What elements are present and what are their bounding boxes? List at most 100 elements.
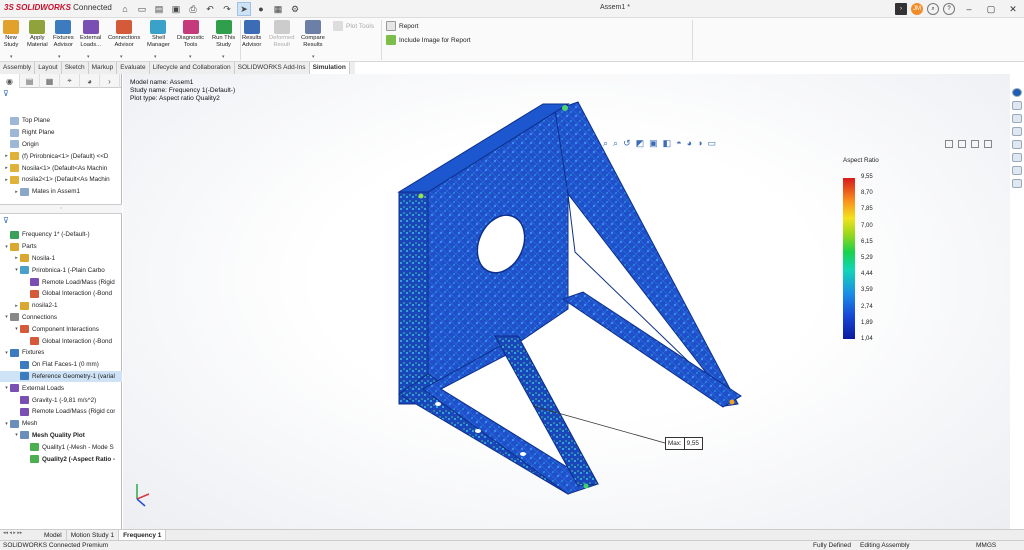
dropdown-arrow[interactable]: ▾ <box>10 54 13 60</box>
tree-item[interactable]: ▸ nosila2<1> (Default<As Machin <box>0 174 122 186</box>
solidworks-resources-icon[interactable] <box>1012 88 1022 97</box>
viewport-maximize-icon[interactable] <box>971 140 979 148</box>
fixtures-advisor-button[interactable]: Fixtures Advisor <box>53 20 74 48</box>
save-icon[interactable]: ▣ <box>169 2 183 16</box>
tree-item[interactable]: On Flat Faces-1 (0 mm) <box>0 359 122 371</box>
tab-frequency-study[interactable]: Frequency 1 <box>119 529 167 541</box>
zoom-area-icon[interactable]: ⌕ <box>613 138 618 149</box>
tree-item[interactable]: Right Plane <box>0 127 122 139</box>
tree-item[interactable]: ▸ (f) Prirobnica<1> (Default) <<D <box>0 150 122 162</box>
expand-toggle-icon[interactable]: ▸ <box>13 189 20 195</box>
view-settings-icon[interactable]: ▭ <box>708 138 717 149</box>
apply-scene-icon[interactable]: ◑ <box>697 138 702 149</box>
panel-splitter[interactable]: ⋅ <box>0 204 122 214</box>
tree-item[interactable]: Quality2 (-Aspect Ratio - <box>0 453 122 465</box>
feature-manager-tab-icon[interactable]: ◉ <box>0 74 20 88</box>
panel-more-icon[interactable]: › <box>100 74 120 88</box>
tree-item[interactable]: Frequency 1* (-Default-) <box>0 229 122 241</box>
zoom-to-fit-icon[interactable]: ⌕ <box>603 138 608 149</box>
dropdown-arrow[interactable]: ▾ <box>87 54 90 60</box>
include-image-button[interactable]: Include Image for Report <box>386 35 471 45</box>
minimize-icon[interactable]: – <box>958 0 980 18</box>
tab-scroll-arrows[interactable]: ◂◂ ◂ ▸ ▸▸ <box>0 530 40 541</box>
deformed-result-button[interactable]: Deformed Result <box>269 20 294 48</box>
print-icon[interactable]: ⎙ <box>186 2 200 16</box>
tab-simulation[interactable]: Simulation <box>309 62 350 74</box>
expand-toggle-icon[interactable]: ▾ <box>13 432 20 438</box>
new-document-icon[interactable]: ▭ <box>135 2 149 16</box>
compare-results-button[interactable]: Compare Results <box>301 20 325 48</box>
tree-item[interactable]: ▸ Nosila-1 <box>0 253 122 265</box>
expand-toggle-icon[interactable]: ▾ <box>3 385 10 391</box>
tree-item[interactable]: ▸ Mates in Assem1 <box>0 186 122 198</box>
expand-toggle-icon[interactable]: ▸ <box>3 153 10 159</box>
expand-toggle-icon[interactable]: ▸ <box>3 165 10 171</box>
tree-item[interactable]: ▾ Fixtures <box>0 347 122 359</box>
display-style-icon[interactable]: ◧ <box>663 138 672 149</box>
tab-sketch[interactable]: Sketch <box>62 62 89 74</box>
open-folder-icon[interactable]: ▤ <box>152 2 166 16</box>
file-properties-icon[interactable]: ▦ <box>271 2 285 16</box>
expand-toggle-icon[interactable]: ▾ <box>3 244 10 250</box>
dropdown-arrow[interactable]: ▾ <box>120 54 123 60</box>
edit-appearance-icon[interactable]: ◕ <box>687 138 692 149</box>
tree-item[interactable]: ▾ Connections <box>0 312 122 324</box>
property-manager-tab-icon[interactable]: ▤ <box>20 74 40 88</box>
external-loads-button[interactable]: External Loads... <box>80 20 101 48</box>
view-orientation-icon[interactable]: ▣ <box>649 138 658 149</box>
dropdown-arrow[interactable]: ▾ <box>222 54 225 60</box>
expand-toggle-icon[interactable]: ▾ <box>3 350 10 356</box>
results-advisor-button[interactable]: Results Advisor <box>242 20 261 48</box>
tab-evaluate[interactable]: Evaluate <box>117 62 150 74</box>
tree-item[interactable]: ▾ External Loads <box>0 382 122 394</box>
file-explorer-icon[interactable] <box>1012 114 1022 123</box>
dimxpert-tab-icon[interactable]: ⌖ <box>60 74 80 88</box>
tree-item[interactable]: ▾ Component Interactions <box>0 323 122 335</box>
expand-toggle-icon[interactable]: ▸ <box>3 177 10 183</box>
tree-item[interactable]: Remote Load/Mass (Rigid <box>0 276 122 288</box>
tab-model[interactable]: Model <box>40 529 67 541</box>
custom-properties-icon[interactable] <box>1012 153 1022 162</box>
undo-icon[interactable]: ↶ <box>203 2 217 16</box>
tree-item[interactable]: ▾ Mesh <box>0 418 122 430</box>
redo-icon[interactable]: ↷ <box>220 2 234 16</box>
dropdown-arrow[interactable]: ▾ <box>154 54 157 60</box>
maximize-icon[interactable]: ▢ <box>980 0 1002 18</box>
max-annotation[interactable]: Max: 9,55 <box>665 437 703 450</box>
connections-advisor-button[interactable]: Connections Advisor <box>108 20 140 48</box>
graphics-viewport[interactable]: ⌕ ⌕ ↺ ◩ ▣ ◧ ◓ ◕ ◑ ▭ <box>123 74 1010 529</box>
tab-assembly[interactable]: Assembly <box>0 62 36 74</box>
display-manager-tab-icon[interactable]: ◕ <box>80 74 100 88</box>
help-icon[interactable]: ? <box>943 3 955 15</box>
new-study-button[interactable]: New Study <box>3 20 19 48</box>
recycle-bin-icon[interactable] <box>1012 179 1022 188</box>
previous-view-icon[interactable]: ↺ <box>623 138 631 149</box>
appearances-icon[interactable] <box>1012 140 1022 149</box>
tree-item[interactable]: Gravity-1 (-9,81 m/s^2) <box>0 394 122 406</box>
diagnostic-tools-button[interactable]: Diagnostic Tools <box>177 20 204 48</box>
tree-item[interactable]: ▾ Mesh Quality Plot <box>0 430 122 442</box>
expand-toggle-icon[interactable]: ▾ <box>3 421 10 427</box>
expand-toggle-icon[interactable]: ▾ <box>13 326 20 332</box>
dropdown-arrow[interactable]: ▾ <box>189 54 192 60</box>
sim-filter-icon[interactable]: ⊽ <box>0 215 122 227</box>
terminal-icon[interactable]: › <box>895 3 907 15</box>
tree-item[interactable]: Top Plane <box>0 115 122 127</box>
expand-toggle-icon[interactable]: ▾ <box>13 267 20 273</box>
expand-toggle-icon[interactable]: ▸ <box>13 255 20 261</box>
dropdown-arrow[interactable]: ▾ <box>58 54 61 60</box>
search-icon[interactable]: ⌕ <box>927 3 939 15</box>
tree-item[interactable]: Reference Geometry-1 (varial <box>0 370 122 383</box>
apply-material-button[interactable]: Apply Material <box>27 20 48 48</box>
section-view-icon[interactable]: ◩ <box>636 138 645 149</box>
unit-system[interactable]: MMGS <box>976 541 996 550</box>
dropdown-arrow[interactable]: ▾ <box>312 54 315 60</box>
expand-toggle-icon[interactable]: ▾ <box>3 314 10 320</box>
viewport-tile-icon[interactable] <box>958 140 966 148</box>
tab-addins[interactable]: SOLIDWORKS Add-Ins <box>235 62 310 74</box>
tree-item[interactable]: Global Interaction (-Bond <box>0 335 122 347</box>
tree-item[interactable]: Remote Load/Mass (Rigid cor <box>0 406 122 418</box>
shell-manager-button[interactable]: Shell Manager <box>147 20 170 48</box>
tab-markup[interactable]: Markup <box>89 62 118 74</box>
tree-item[interactable]: ▸ Nosila<1> (Default<As Machin <box>0 162 122 174</box>
